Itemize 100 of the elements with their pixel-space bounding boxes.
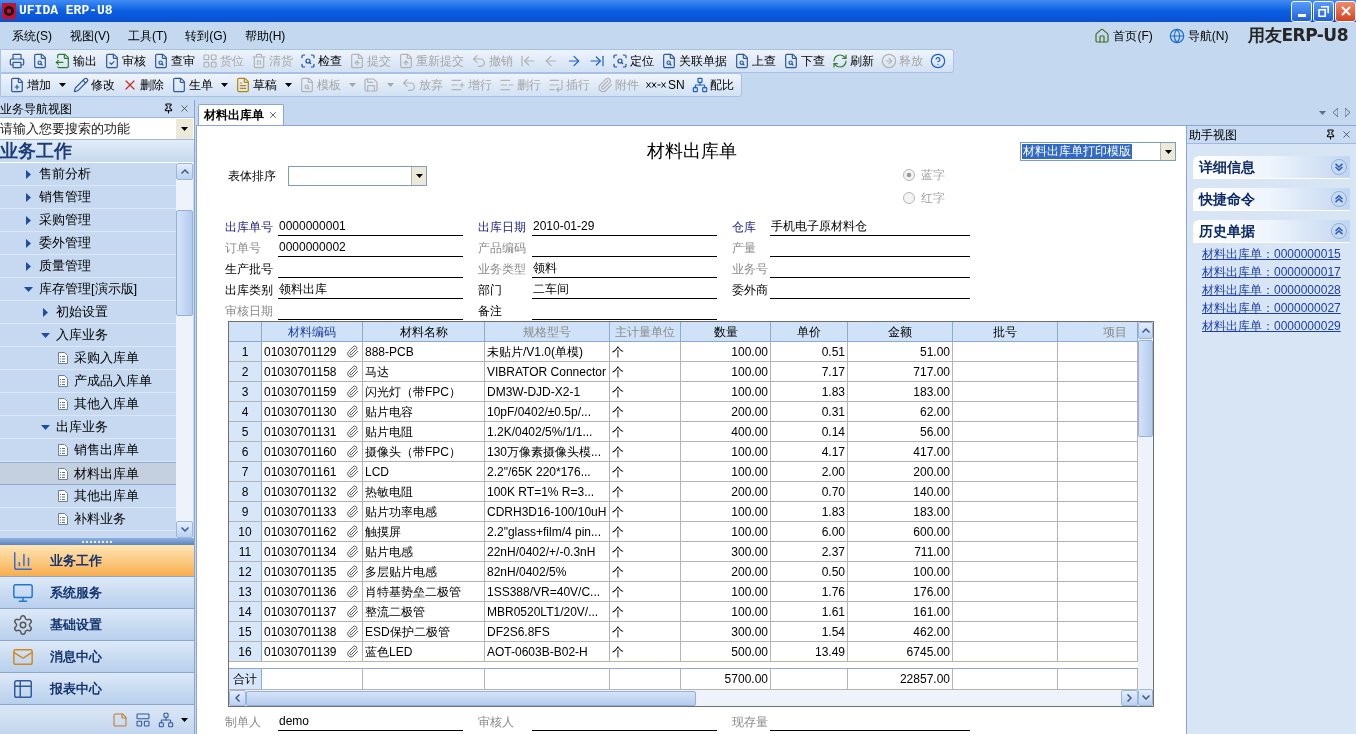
paperclip-icon[interactable] bbox=[346, 445, 359, 458]
tree-item[interactable]: 补料业务 bbox=[0, 508, 176, 531]
menu-item[interactable]: 帮助(H) bbox=[238, 25, 292, 46]
tree-item[interactable]: 售前分析 bbox=[0, 163, 176, 186]
triangle-left-icon[interactable] bbox=[1333, 108, 1338, 117]
history-link[interactable]: 材料出库单：0000000017 bbox=[1202, 263, 1341, 281]
nav-link[interactable]: 首页(F) bbox=[1090, 25, 1157, 46]
chevron-down-icon[interactable] bbox=[1331, 159, 1347, 175]
close-icon[interactable] bbox=[268, 110, 278, 120]
chevron-up-icon[interactable] bbox=[1331, 191, 1347, 207]
triangle-right-icon[interactable] bbox=[1345, 108, 1350, 117]
menu-item[interactable]: 转到(G) bbox=[179, 25, 233, 46]
module-button[interactable]: 基础设置 bbox=[0, 609, 194, 641]
paperclip-icon[interactable] bbox=[346, 605, 359, 618]
toolbar-button[interactable]: 草稿 bbox=[232, 74, 295, 96]
toolbar-button[interactable]: 刷新 bbox=[829, 50, 877, 72]
toolbar-button[interactable]: 定位 bbox=[609, 50, 657, 72]
module-button[interactable]: 报表中心 bbox=[0, 673, 194, 705]
input-field[interactable]: 领料出库 bbox=[278, 281, 463, 299]
input-field[interactable]: 领料 bbox=[532, 260, 717, 278]
close-icon[interactable] bbox=[179, 103, 190, 114]
search-field[interactable]: 请输入您要搜索的功能 bbox=[0, 118, 194, 140]
paperclip-icon[interactable] bbox=[346, 425, 359, 438]
menu-item[interactable]: 系统(S) bbox=[6, 25, 58, 46]
input-field[interactable]: 手机电子原材料仓 bbox=[770, 218, 970, 236]
toolbar-button[interactable]: 修改 bbox=[70, 74, 118, 96]
history-link[interactable]: 材料出库单：0000000029 bbox=[1202, 317, 1341, 335]
paperclip-icon[interactable] bbox=[346, 365, 359, 378]
scroll-down-button[interactable] bbox=[176, 521, 193, 538]
toolbar-button[interactable]: 上查 bbox=[731, 50, 779, 72]
document-tab[interactable]: 材料出库单 bbox=[198, 104, 284, 125]
hierarchy-icon[interactable] bbox=[158, 711, 174, 728]
grid-window-icon[interactable] bbox=[135, 711, 151, 728]
pin-icon[interactable] bbox=[1325, 129, 1336, 140]
vertical-scrollbar[interactable] bbox=[1138, 322, 1153, 706]
scroll-down-button[interactable] bbox=[1138, 689, 1153, 706]
scroll-left-button[interactable] bbox=[229, 690, 246, 706]
paperclip-icon[interactable] bbox=[346, 465, 359, 478]
menu-item[interactable]: 工具(T) bbox=[122, 25, 174, 46]
tree-item[interactable]: 采购管理 bbox=[0, 209, 176, 232]
toolbar-button[interactable]: 生单 bbox=[168, 74, 231, 96]
section-header[interactable]: 历史单据 bbox=[1193, 220, 1350, 243]
triangle-right-icon[interactable] bbox=[26, 261, 31, 271]
minimize-button[interactable] bbox=[1291, 0, 1312, 22]
close-icon[interactable] bbox=[1341, 129, 1352, 140]
menu-item[interactable]: 视图(V) bbox=[64, 25, 116, 46]
paperclip-icon[interactable] bbox=[346, 345, 359, 358]
restore-button[interactable] bbox=[1313, 0, 1334, 22]
paperclip-icon[interactable] bbox=[346, 505, 359, 518]
pin-icon[interactable] bbox=[163, 103, 174, 114]
paperclip-icon[interactable] bbox=[346, 645, 359, 658]
paperclip-icon[interactable] bbox=[346, 525, 359, 538]
toolbar-button[interactable]: 审核 bbox=[101, 50, 149, 72]
input-field[interactable]: demo bbox=[278, 713, 463, 731]
caret-down-icon[interactable] bbox=[415, 174, 423, 178]
triangle-right-icon[interactable] bbox=[26, 215, 31, 225]
caret-down-icon[interactable] bbox=[181, 717, 188, 722]
caret-down-icon[interactable] bbox=[1164, 149, 1172, 154]
nav-link[interactable]: 导航(N) bbox=[1164, 25, 1233, 46]
tree-item[interactable]: 采购入库单 bbox=[0, 347, 176, 370]
horizontal-scrollbar[interactable] bbox=[229, 689, 1138, 706]
caret-down-icon[interactable] bbox=[181, 126, 188, 131]
caret-down-icon[interactable] bbox=[221, 83, 228, 87]
scroll-up-button[interactable] bbox=[176, 163, 193, 180]
tree-item[interactable]: 初始设置 bbox=[0, 301, 176, 324]
paperclip-icon[interactable] bbox=[346, 485, 359, 498]
toolbar-button[interactable]: 关联单据 bbox=[658, 50, 730, 72]
paperclip-icon[interactable] bbox=[346, 405, 359, 418]
tree-item[interactable]: 材料出库单 bbox=[0, 462, 176, 485]
toolbar-button[interactable]: 下查 bbox=[780, 50, 828, 72]
section-header[interactable]: 详细信息 bbox=[1193, 156, 1350, 179]
scroll-up-button[interactable] bbox=[1138, 322, 1153, 339]
caret-down-icon[interactable] bbox=[59, 83, 66, 87]
tree-item[interactable]: 产成品入库单 bbox=[0, 370, 176, 393]
input-field[interactable]: 0000000002 bbox=[278, 239, 463, 257]
triangle-down-icon[interactable] bbox=[24, 286, 33, 292]
vertical-scrollbar[interactable] bbox=[176, 163, 193, 538]
toolbar-button[interactable]: 增加 bbox=[6, 74, 69, 96]
close-button[interactable] bbox=[1335, 0, 1356, 22]
toolbar-button[interactable]: SN bbox=[643, 74, 688, 96]
scroll-thumb[interactable] bbox=[246, 690, 696, 706]
tree-item[interactable]: 其他出库单 bbox=[0, 485, 176, 508]
triangle-down-icon[interactable] bbox=[41, 332, 50, 338]
input-field[interactable]: 2010-01-29 bbox=[532, 218, 717, 236]
input-field[interactable]: 二车间 bbox=[532, 281, 717, 299]
paperclip-icon[interactable] bbox=[346, 565, 359, 578]
module-button[interactable]: 系统服务 bbox=[0, 577, 194, 609]
splitter-bar[interactable] bbox=[0, 538, 194, 545]
toolbar-button[interactable]: 检查 bbox=[297, 50, 345, 72]
paperclip-icon[interactable] bbox=[346, 545, 359, 558]
module-button[interactable]: 业务工作 bbox=[0, 545, 194, 577]
chevron-up-icon[interactable] bbox=[1331, 223, 1347, 239]
module-button[interactable]: 消息中心 bbox=[0, 641, 194, 673]
triangle-right-icon[interactable] bbox=[43, 307, 48, 317]
tree-item[interactable]: 其他入库单 bbox=[0, 393, 176, 416]
scroll-right-button[interactable] bbox=[1121, 690, 1138, 706]
scroll-thumb[interactable] bbox=[1138, 340, 1153, 437]
caret-down-icon[interactable] bbox=[285, 83, 292, 87]
toolbar-button[interactable]: 删除 bbox=[119, 74, 167, 96]
triangle-right-icon[interactable] bbox=[26, 238, 31, 248]
